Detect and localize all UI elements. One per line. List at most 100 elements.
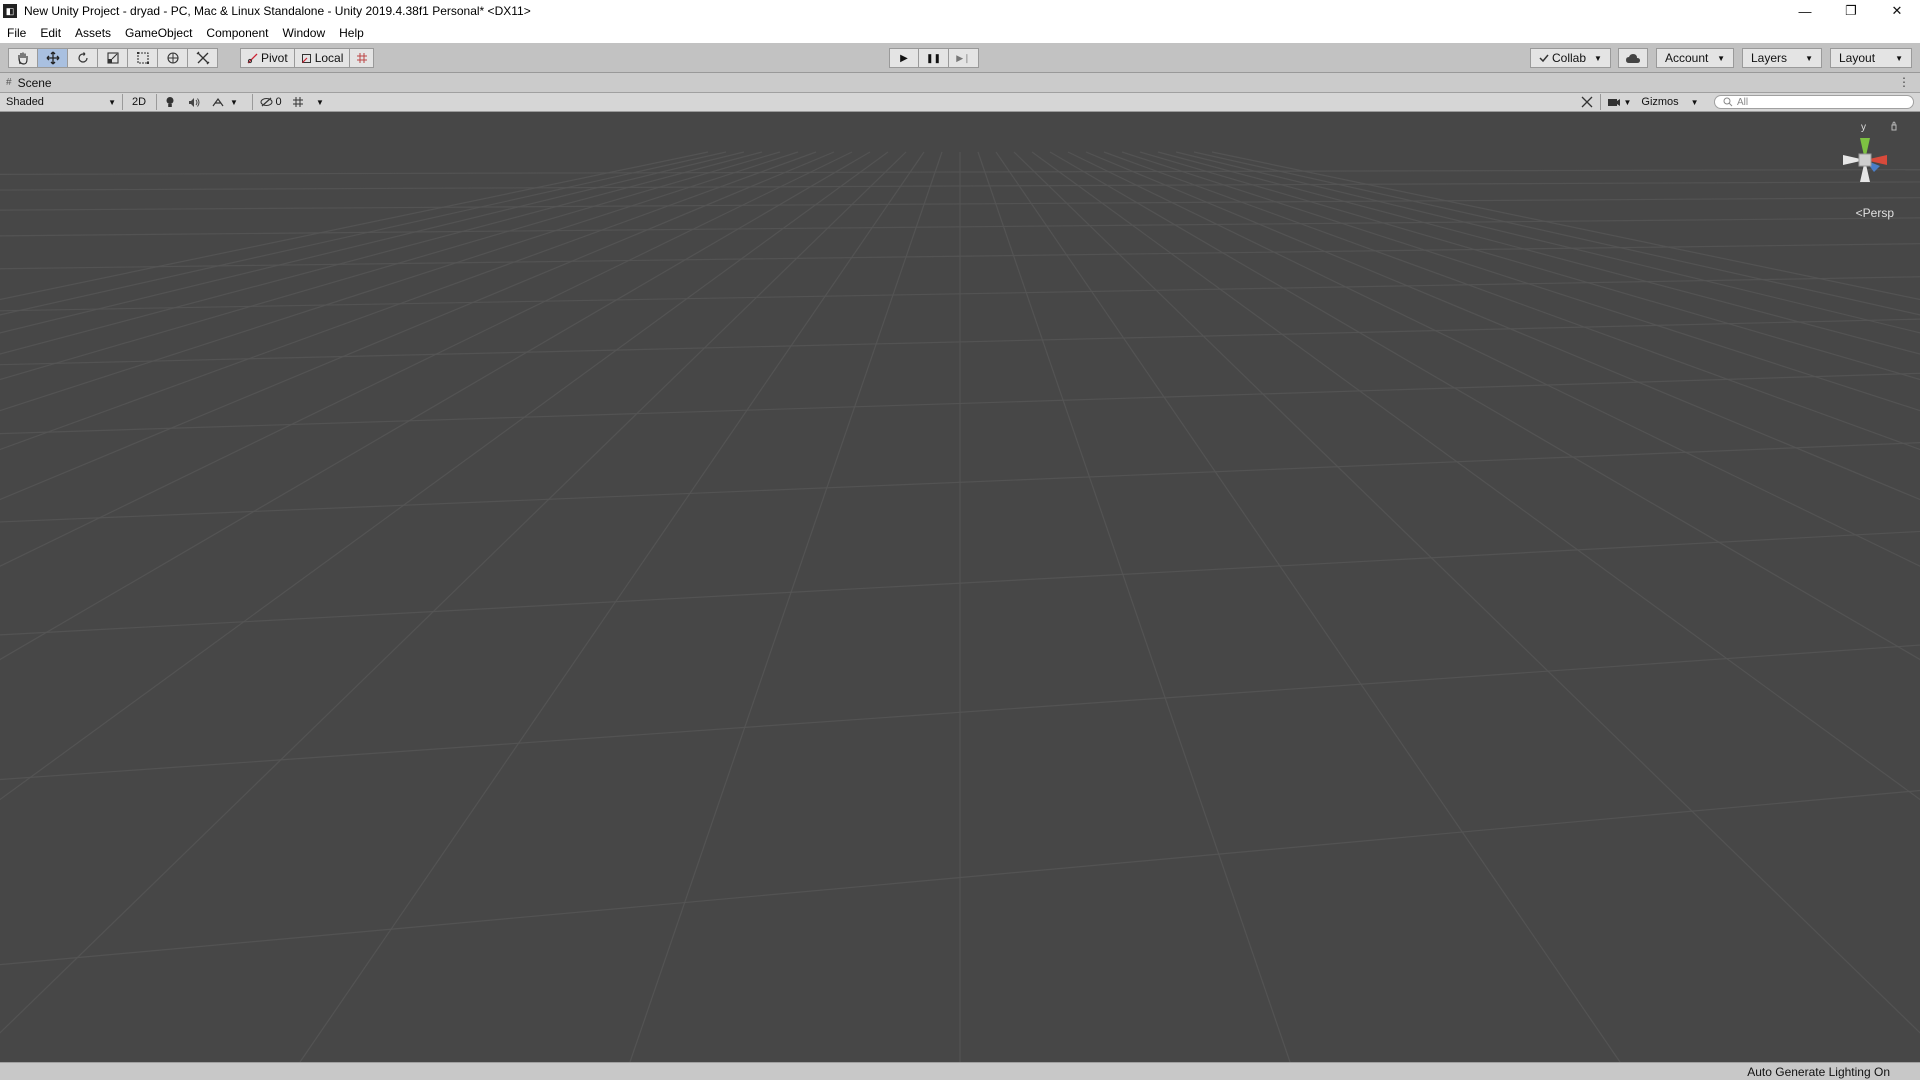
account-label: Account <box>1665 51 1709 65</box>
scene-search-input[interactable]: All <box>1714 95 1914 109</box>
window-title: New Unity Project - dryad - PC, Mac & Li… <box>24 4 531 18</box>
local-toggle[interactable]: Local <box>294 48 351 68</box>
grid-line <box>0 151 763 355</box>
kebab-menu-icon[interactable]: ⋮ <box>1898 75 1910 89</box>
grid-line <box>1211 151 1920 301</box>
move-icon <box>46 51 59 65</box>
tools-icon <box>1581 96 1593 108</box>
effects-toggle[interactable]: ▼ <box>208 94 242 110</box>
grid-line <box>995 151 1621 1062</box>
menu-window[interactable]: Window <box>275 26 332 40</box>
tools-icon <box>196 51 209 65</box>
window-controls: — ❐ ✕ <box>1782 0 1920 22</box>
pause-button[interactable]: ❚❚ <box>919 48 949 68</box>
scene-tools-button[interactable] <box>1578 94 1596 110</box>
grid-line <box>299 151 925 1062</box>
grid-icon: # <box>6 77 12 88</box>
rotate-tool-button[interactable] <box>68 48 98 68</box>
checkmark-icon <box>1539 54 1549 63</box>
audio-toggle[interactable] <box>184 94 204 110</box>
gizmos-dropdown[interactable]: Gizmos ▼ <box>1636 94 1704 110</box>
menu-edit[interactable]: Edit <box>33 26 68 40</box>
hidden-objects-toggle[interactable]: 0 <box>256 94 286 110</box>
menu-gameobject[interactable]: GameObject <box>118 26 199 40</box>
scale-tool-button[interactable] <box>98 48 128 68</box>
divider <box>1600 94 1601 110</box>
menu-assets[interactable]: Assets <box>68 26 118 40</box>
hidden-count: 0 <box>275 96 282 108</box>
layout-label: Layout <box>1839 51 1876 65</box>
chevron-down-icon: ▼ <box>1594 53 1602 63</box>
title-bar: ◧ New Unity Project - dryad - PC, Mac & … <box>0 0 1920 22</box>
hand-icon <box>18 52 28 65</box>
chevron-down-icon: ▼ <box>1623 97 1632 107</box>
main-toolbar: Pivot Local ▶ ❚❚ ▶❘ Collab ▼ Account ▼ L… <box>0 43 1920 73</box>
custom-tool-button[interactable] <box>188 48 218 68</box>
chevron-down-icon: ▼ <box>1690 97 1699 107</box>
pivot-toggle[interactable]: Pivot <box>240 48 295 68</box>
scene-view-toolbar: Shaded ▼ 2D ▼ 0 ▼ ▼ Gizmos ▼ All <box>0 93 1920 112</box>
collab-dropdown[interactable]: Collab ▼ <box>1530 48 1611 68</box>
transform-icon <box>166 52 179 64</box>
menu-component[interactable]: Component <box>199 26 275 40</box>
scene-tab-label: Scene <box>17 75 52 90</box>
scene-viewport[interactable]: y <Persp <box>0 112 1920 1062</box>
scene-tab-bar: # Scene ⋮ <box>0 73 1920 93</box>
hand-tool-button[interactable] <box>8 48 38 68</box>
pivot-label: Pivot <box>261 51 288 65</box>
transform-all-tool-button[interactable] <box>158 48 188 68</box>
camera-settings-dropdown[interactable]: ▼ <box>1604 94 1634 110</box>
menu-file[interactable]: File <box>0 26 33 40</box>
chevron-left-icon: < <box>1855 206 1863 220</box>
axis-y-label: y <box>1861 122 1866 133</box>
grid-line <box>1085 151 1920 501</box>
local-label: Local <box>314 51 344 65</box>
unity-app-icon: ◧ <box>3 4 17 18</box>
menu-help[interactable]: Help <box>332 26 371 40</box>
step-button[interactable]: ▶❘ <box>949 48 979 68</box>
layers-dropdown[interactable]: Layers ▼ <box>1742 48 1822 68</box>
playback-controls: ▶ ❚❚ ▶❘ <box>889 48 979 68</box>
lighting-toggle[interactable] <box>160 94 180 110</box>
cloud-icon <box>1626 53 1640 63</box>
grid-icon <box>293 97 304 107</box>
close-button[interactable]: ✕ <box>1874 0 1920 22</box>
move-tool-button[interactable] <box>38 48 68 68</box>
menu-bar: File Edit Assets GameObject Component Wi… <box>0 22 1920 43</box>
tab-scene[interactable]: # Scene <box>6 76 52 90</box>
gizmos-label: Gizmos <box>1641 96 1679 108</box>
pivot-group: Pivot Local <box>240 48 375 68</box>
grid-line <box>0 151 889 801</box>
2d-toggle[interactable]: 2D <box>128 94 150 110</box>
grid-line <box>0 151 817 451</box>
layout-dropdown[interactable]: Layout ▼ <box>1830 48 1912 68</box>
draw-mode-label: Shaded <box>6 96 44 108</box>
pivot-icon <box>247 53 258 63</box>
snap-toggle[interactable] <box>350 48 375 68</box>
projection-label: Persp <box>1862 206 1894 220</box>
grid-snap-icon <box>356 53 367 63</box>
grid-line <box>1067 151 1920 567</box>
projection-toggle[interactable]: <Persp <box>1856 206 1894 220</box>
grid-line <box>0 151 907 1034</box>
ground-grid <box>0 151 1920 1062</box>
rect-tool-button[interactable] <box>128 48 158 68</box>
minimize-button[interactable]: — <box>1782 0 1828 22</box>
grid-line <box>1013 151 1920 1034</box>
grid-line <box>1031 151 1920 801</box>
cloud-button[interactable] <box>1618 48 1648 68</box>
search-icon <box>1723 97 1733 107</box>
account-dropdown[interactable]: Account ▼ <box>1656 48 1734 68</box>
grid-toggle[interactable]: ▼ <box>288 94 328 110</box>
play-button[interactable]: ▶ <box>889 48 919 68</box>
layers-label: Layers <box>1751 51 1788 65</box>
divider <box>122 94 123 110</box>
grid-line <box>0 151 745 334</box>
divider <box>252 94 253 110</box>
restore-button[interactable]: ❐ <box>1828 0 1874 22</box>
grid-line <box>0 151 835 501</box>
effects-icon <box>212 97 224 106</box>
grid-line <box>0 151 709 301</box>
chevron-down-icon: ▼ <box>230 97 238 107</box>
draw-mode-dropdown[interactable]: Shaded ▼ <box>2 94 120 110</box>
